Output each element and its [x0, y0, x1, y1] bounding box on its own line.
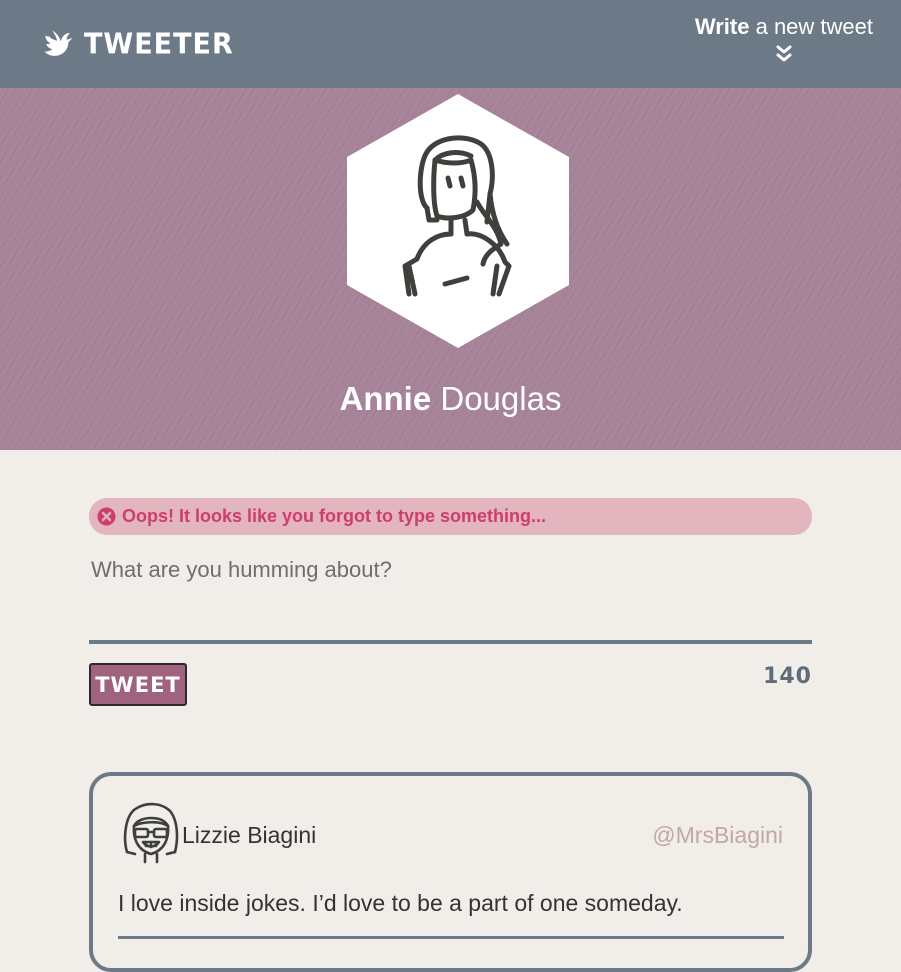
write-new-tweet-label: Write a new tweet — [695, 14, 873, 40]
tweet-text: I love inside jokes. I’d love to be a pa… — [118, 890, 683, 916]
double-chevron-down-icon — [776, 45, 792, 62]
input-underline — [89, 640, 812, 644]
profile-first-name: Annie — [339, 380, 432, 417]
tweet-input[interactable] — [89, 555, 812, 639]
profile-name: Annie Douglas — [0, 380, 901, 418]
top-nav: TWEETER Write a new tweet — [0, 0, 901, 88]
profile-avatar — [347, 94, 569, 348]
error-circle-icon — [97, 507, 116, 526]
error-message: Oops! It looks like you forgot to type s… — [89, 498, 812, 535]
tweet-divider — [118, 936, 784, 939]
tweet-author-name[interactable]: Lizzie Biagini — [182, 822, 316, 849]
profile-last-name: Douglas — [431, 380, 562, 417]
write-label-rest: a new tweet — [749, 14, 873, 39]
profile-header: Annie Douglas — [0, 88, 901, 450]
tweet-card: Lizzie Biagini @MrsBiagini I love inside… — [89, 772, 812, 972]
brand-name: TWEETER — [84, 27, 234, 61]
error-text: Oops! It looks like you forgot to type s… — [122, 506, 547, 526]
write-new-tweet-toggle[interactable]: Write a new tweet — [695, 14, 873, 64]
tweet-button[interactable]: TWEET — [89, 663, 187, 706]
character-counter: 140 — [763, 664, 812, 689]
brand-logo[interactable]: TWEETER — [42, 24, 234, 64]
tweet-author-handle[interactable]: @MrsBiagini — [652, 822, 783, 849]
bird-icon — [44, 30, 73, 56]
tweet-author-avatar — [123, 802, 179, 864]
write-label-strong: Write — [694, 14, 750, 39]
